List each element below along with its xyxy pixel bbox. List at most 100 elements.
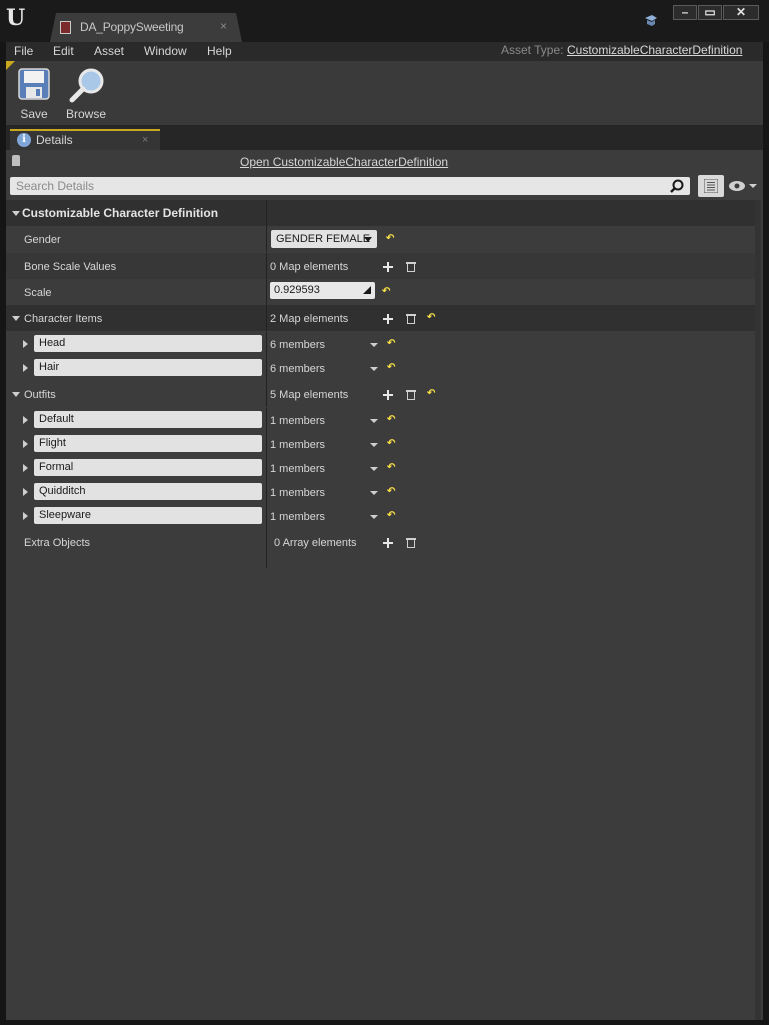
gender-label: Gender bbox=[24, 234, 61, 246]
title-bar: U DA_PoppySweeting × – ▭ ✕ bbox=[0, 0, 769, 42]
chevron-down-icon[interactable] bbox=[370, 491, 378, 495]
document-tab-close-icon[interactable]: × bbox=[220, 19, 227, 33]
map-value-summary: 1 members bbox=[270, 487, 326, 499]
add-element-icon[interactable] bbox=[383, 538, 393, 548]
map-value-summary: 1 members bbox=[270, 415, 326, 427]
reset-to-default-icon[interactable]: ↶ bbox=[427, 389, 436, 399]
column-splitter[interactable] bbox=[266, 555, 267, 568]
map-key-field[interactable]: Default bbox=[34, 411, 262, 428]
reset-to-default-icon[interactable]: ↶ bbox=[387, 363, 396, 373]
asset-type-link[interactable]: CustomizableCharacterDefinition bbox=[567, 42, 742, 59]
map-entry-row: Formal 1 members ↶ bbox=[6, 456, 755, 482]
tab-details[interactable]: i Details × bbox=[10, 129, 160, 150]
property-row-character-items[interactable]: Character Items 2 Map elements ↶ bbox=[6, 305, 755, 331]
open-asset-link[interactable]: Open CustomizableCharacterDefinition bbox=[240, 155, 448, 169]
search-icon[interactable] bbox=[670, 179, 684, 193]
maximize-button[interactable]: ▭ bbox=[698, 5, 722, 20]
scale-input[interactable]: 0.929593 bbox=[270, 282, 375, 299]
expand-arrow-icon[interactable] bbox=[23, 488, 28, 496]
reset-to-default-icon[interactable]: ↶ bbox=[387, 415, 396, 425]
menu-window[interactable]: Window bbox=[144, 42, 187, 61]
add-element-icon[interactable] bbox=[383, 262, 393, 272]
details-tab-strip: i Details × bbox=[6, 125, 763, 150]
view-options-eye-icon[interactable] bbox=[728, 179, 758, 193]
minimize-button[interactable]: – bbox=[673, 5, 697, 20]
expand-arrow-icon[interactable] bbox=[23, 512, 28, 520]
collapse-arrow-icon[interactable] bbox=[12, 316, 20, 321]
delete-all-icon[interactable] bbox=[406, 313, 416, 324]
map-value-summary: 6 members bbox=[270, 339, 326, 351]
map-entry-row: Flight 1 members ↶ bbox=[6, 432, 755, 458]
add-element-icon[interactable] bbox=[383, 314, 393, 324]
chevron-down-icon[interactable] bbox=[370, 419, 378, 423]
category-header[interactable]: Customizable Character Definition bbox=[6, 200, 755, 226]
reset-to-default-icon[interactable]: ↶ bbox=[387, 339, 396, 349]
save-button[interactable]: Save bbox=[12, 65, 56, 123]
asset-type-label: Asset Type: bbox=[501, 43, 564, 57]
map-value-summary: 1 members bbox=[270, 439, 326, 451]
list-view-icon bbox=[704, 179, 718, 193]
map-value-summary: 1 members bbox=[270, 511, 326, 523]
menu-asset[interactable]: Asset bbox=[94, 42, 124, 61]
chevron-down-icon[interactable] bbox=[370, 443, 378, 447]
map-key-field[interactable]: Quidditch bbox=[34, 483, 262, 500]
reset-to-default-icon[interactable]: ↶ bbox=[382, 287, 391, 297]
expand-arrow-icon[interactable] bbox=[23, 440, 28, 448]
property-row-extra-objects: Extra Objects 0 Array elements bbox=[6, 529, 755, 555]
panel-scrollbar[interactable] bbox=[755, 200, 761, 1020]
outfits-label: Outfits bbox=[24, 389, 56, 401]
data-asset-icon bbox=[60, 21, 71, 34]
map-entry-row: Hair 6 members ↶ bbox=[6, 356, 755, 382]
add-element-icon[interactable] bbox=[383, 390, 393, 400]
property-matrix-button[interactable] bbox=[698, 175, 724, 197]
menu-bar: File Edit Asset Window Help Asset Type: … bbox=[6, 42, 763, 61]
delete-all-icon[interactable] bbox=[406, 537, 416, 548]
map-key-field[interactable]: Head bbox=[34, 335, 262, 352]
map-value-summary: 6 members bbox=[270, 363, 326, 375]
chevron-down-icon[interactable] bbox=[370, 367, 378, 371]
expand-arrow-icon[interactable] bbox=[23, 364, 28, 372]
delete-all-icon[interactable] bbox=[406, 261, 416, 272]
map-key-value: Default bbox=[39, 413, 74, 425]
drag-handle-icon[interactable] bbox=[363, 286, 371, 294]
expand-arrow-icon[interactable] bbox=[23, 340, 28, 348]
menu-file[interactable]: File bbox=[14, 42, 33, 61]
document-tab[interactable]: DA_PoppySweeting × bbox=[50, 13, 242, 42]
unreal-logo-icon[interactable]: U bbox=[6, 6, 28, 30]
reset-to-default-icon[interactable]: ↶ bbox=[387, 463, 396, 473]
chevron-down-icon[interactable] bbox=[370, 515, 378, 519]
property-row-outfits[interactable]: Outfits 5 Map elements ↶ bbox=[6, 381, 755, 407]
delete-all-icon[interactable] bbox=[406, 389, 416, 400]
reset-to-default-icon[interactable]: ↶ bbox=[387, 511, 396, 521]
expand-arrow-icon[interactable] bbox=[23, 464, 28, 472]
collapse-arrow-icon[interactable] bbox=[12, 211, 20, 216]
chevron-down-icon[interactable] bbox=[370, 343, 378, 347]
map-key-field[interactable]: Formal bbox=[34, 459, 262, 476]
expand-arrow-icon[interactable] bbox=[23, 416, 28, 424]
reset-to-default-icon[interactable]: ↶ bbox=[386, 234, 395, 244]
outfits-count: 5 Map elements bbox=[270, 389, 349, 401]
reset-to-default-icon[interactable]: ↶ bbox=[387, 439, 396, 449]
map-key-field[interactable]: Hair bbox=[34, 359, 262, 376]
reset-to-default-icon[interactable]: ↶ bbox=[387, 487, 396, 497]
menu-edit[interactable]: Edit bbox=[53, 42, 74, 61]
chevron-down-icon[interactable] bbox=[370, 467, 378, 471]
chevron-down-icon bbox=[364, 237, 372, 242]
collapse-arrow-icon[interactable] bbox=[12, 392, 20, 397]
map-key-field[interactable]: Sleepware bbox=[34, 507, 262, 524]
details-tab-close-icon[interactable]: × bbox=[142, 132, 148, 148]
map-key-value: Formal bbox=[39, 461, 74, 473]
gender-dropdown[interactable]: GENDER FEMALE bbox=[271, 230, 377, 248]
close-window-button[interactable]: ✕ bbox=[723, 5, 759, 20]
map-key-field[interactable]: Flight bbox=[34, 435, 262, 452]
lock-icon[interactable] bbox=[12, 155, 20, 166]
document-tab-title: DA_PoppySweeting bbox=[80, 20, 184, 34]
save-label: Save bbox=[20, 107, 48, 121]
character-items-count: 2 Map elements bbox=[270, 313, 349, 325]
property-row-scale: Scale 0.929593 ↶ bbox=[6, 279, 755, 305]
feedback-icon[interactable] bbox=[644, 15, 658, 27]
menu-help[interactable]: Help bbox=[207, 42, 232, 61]
browse-button[interactable]: Browse bbox=[64, 65, 108, 123]
reset-to-default-icon[interactable]: ↶ bbox=[427, 313, 436, 323]
search-input[interactable] bbox=[10, 177, 672, 195]
